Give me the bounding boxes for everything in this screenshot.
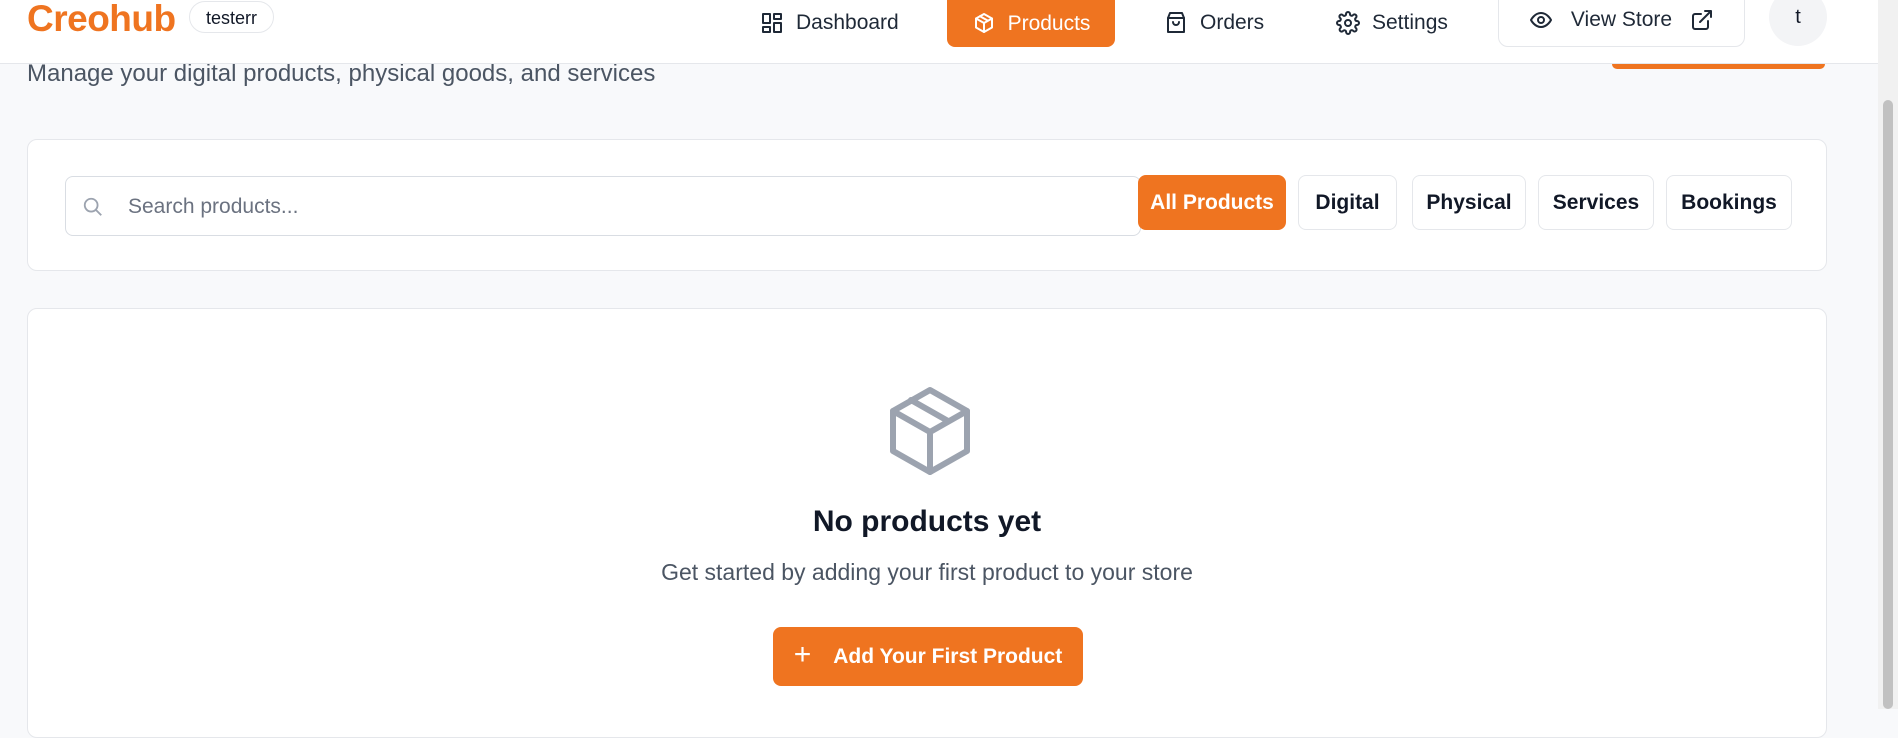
product-filters-card: All Products Digital Physical Services B… bbox=[27, 139, 1827, 271]
view-store-button[interactable]: View Store bbox=[1498, 0, 1745, 47]
shopping-bag-icon bbox=[1167, 12, 1185, 33]
nav-dashboard-label: Dashboard bbox=[796, 11, 899, 34]
eye-icon bbox=[1529, 11, 1552, 28]
empty-state-description: Get started by adding your first product… bbox=[661, 559, 1193, 585]
page-subtitle: Manage your digital products, physical g… bbox=[27, 60, 656, 87]
plus-icon: + bbox=[793, 638, 812, 671]
filter-services[interactable]: Services bbox=[1538, 175, 1654, 230]
filter-digital[interactable]: Digital bbox=[1298, 175, 1397, 230]
add-product-button-edge[interactable] bbox=[1612, 64, 1825, 69]
filter-bookings[interactable]: Bookings bbox=[1666, 175, 1792, 230]
external-link-icon bbox=[1692, 9, 1713, 30]
package-icon bbox=[974, 12, 993, 33]
add-first-product-label: Add Your First Product bbox=[833, 644, 1063, 668]
nav-settings-label: Settings bbox=[1372, 11, 1448, 34]
page-scrollbar-thumb[interactable] bbox=[1883, 100, 1893, 709]
filter-physical[interactable]: Physical bbox=[1412, 175, 1526, 230]
gear-icon bbox=[1336, 11, 1360, 35]
view-store-label: View Store bbox=[1570, 7, 1673, 31]
nav-orders-label: Orders bbox=[1200, 11, 1265, 34]
nav-orders[interactable]: Orders bbox=[1164, 0, 1264, 46]
products-empty-state-card: No products yet Get started by adding yo… bbox=[27, 308, 1827, 738]
nav-settings[interactable]: Settings bbox=[1336, 0, 1448, 46]
package-icon bbox=[886, 385, 974, 477]
add-first-product-button[interactable]: + Add Your First Product bbox=[773, 627, 1083, 686]
top-navigation: Creohub testerr Dashboard Products Order… bbox=[0, 0, 1878, 64]
store-name-badge[interactable]: testerr bbox=[189, 1, 275, 33]
product-search-box[interactable] bbox=[65, 176, 1141, 237]
search-icon bbox=[83, 197, 102, 216]
nav-products[interactable]: Products bbox=[947, 0, 1115, 47]
nav-dashboard[interactable]: Dashboard bbox=[760, 0, 899, 46]
filter-all-products[interactable]: All Products bbox=[1138, 175, 1286, 230]
nav-products-label: Products bbox=[1007, 11, 1091, 35]
empty-state-title: No products yet bbox=[812, 505, 1042, 538]
creohub-logo[interactable]: Creohub bbox=[27, 0, 176, 40]
product-search-input[interactable] bbox=[126, 177, 1120, 237]
user-avatar[interactable]: t bbox=[1769, 0, 1827, 46]
dashboard-icon bbox=[762, 13, 782, 33]
